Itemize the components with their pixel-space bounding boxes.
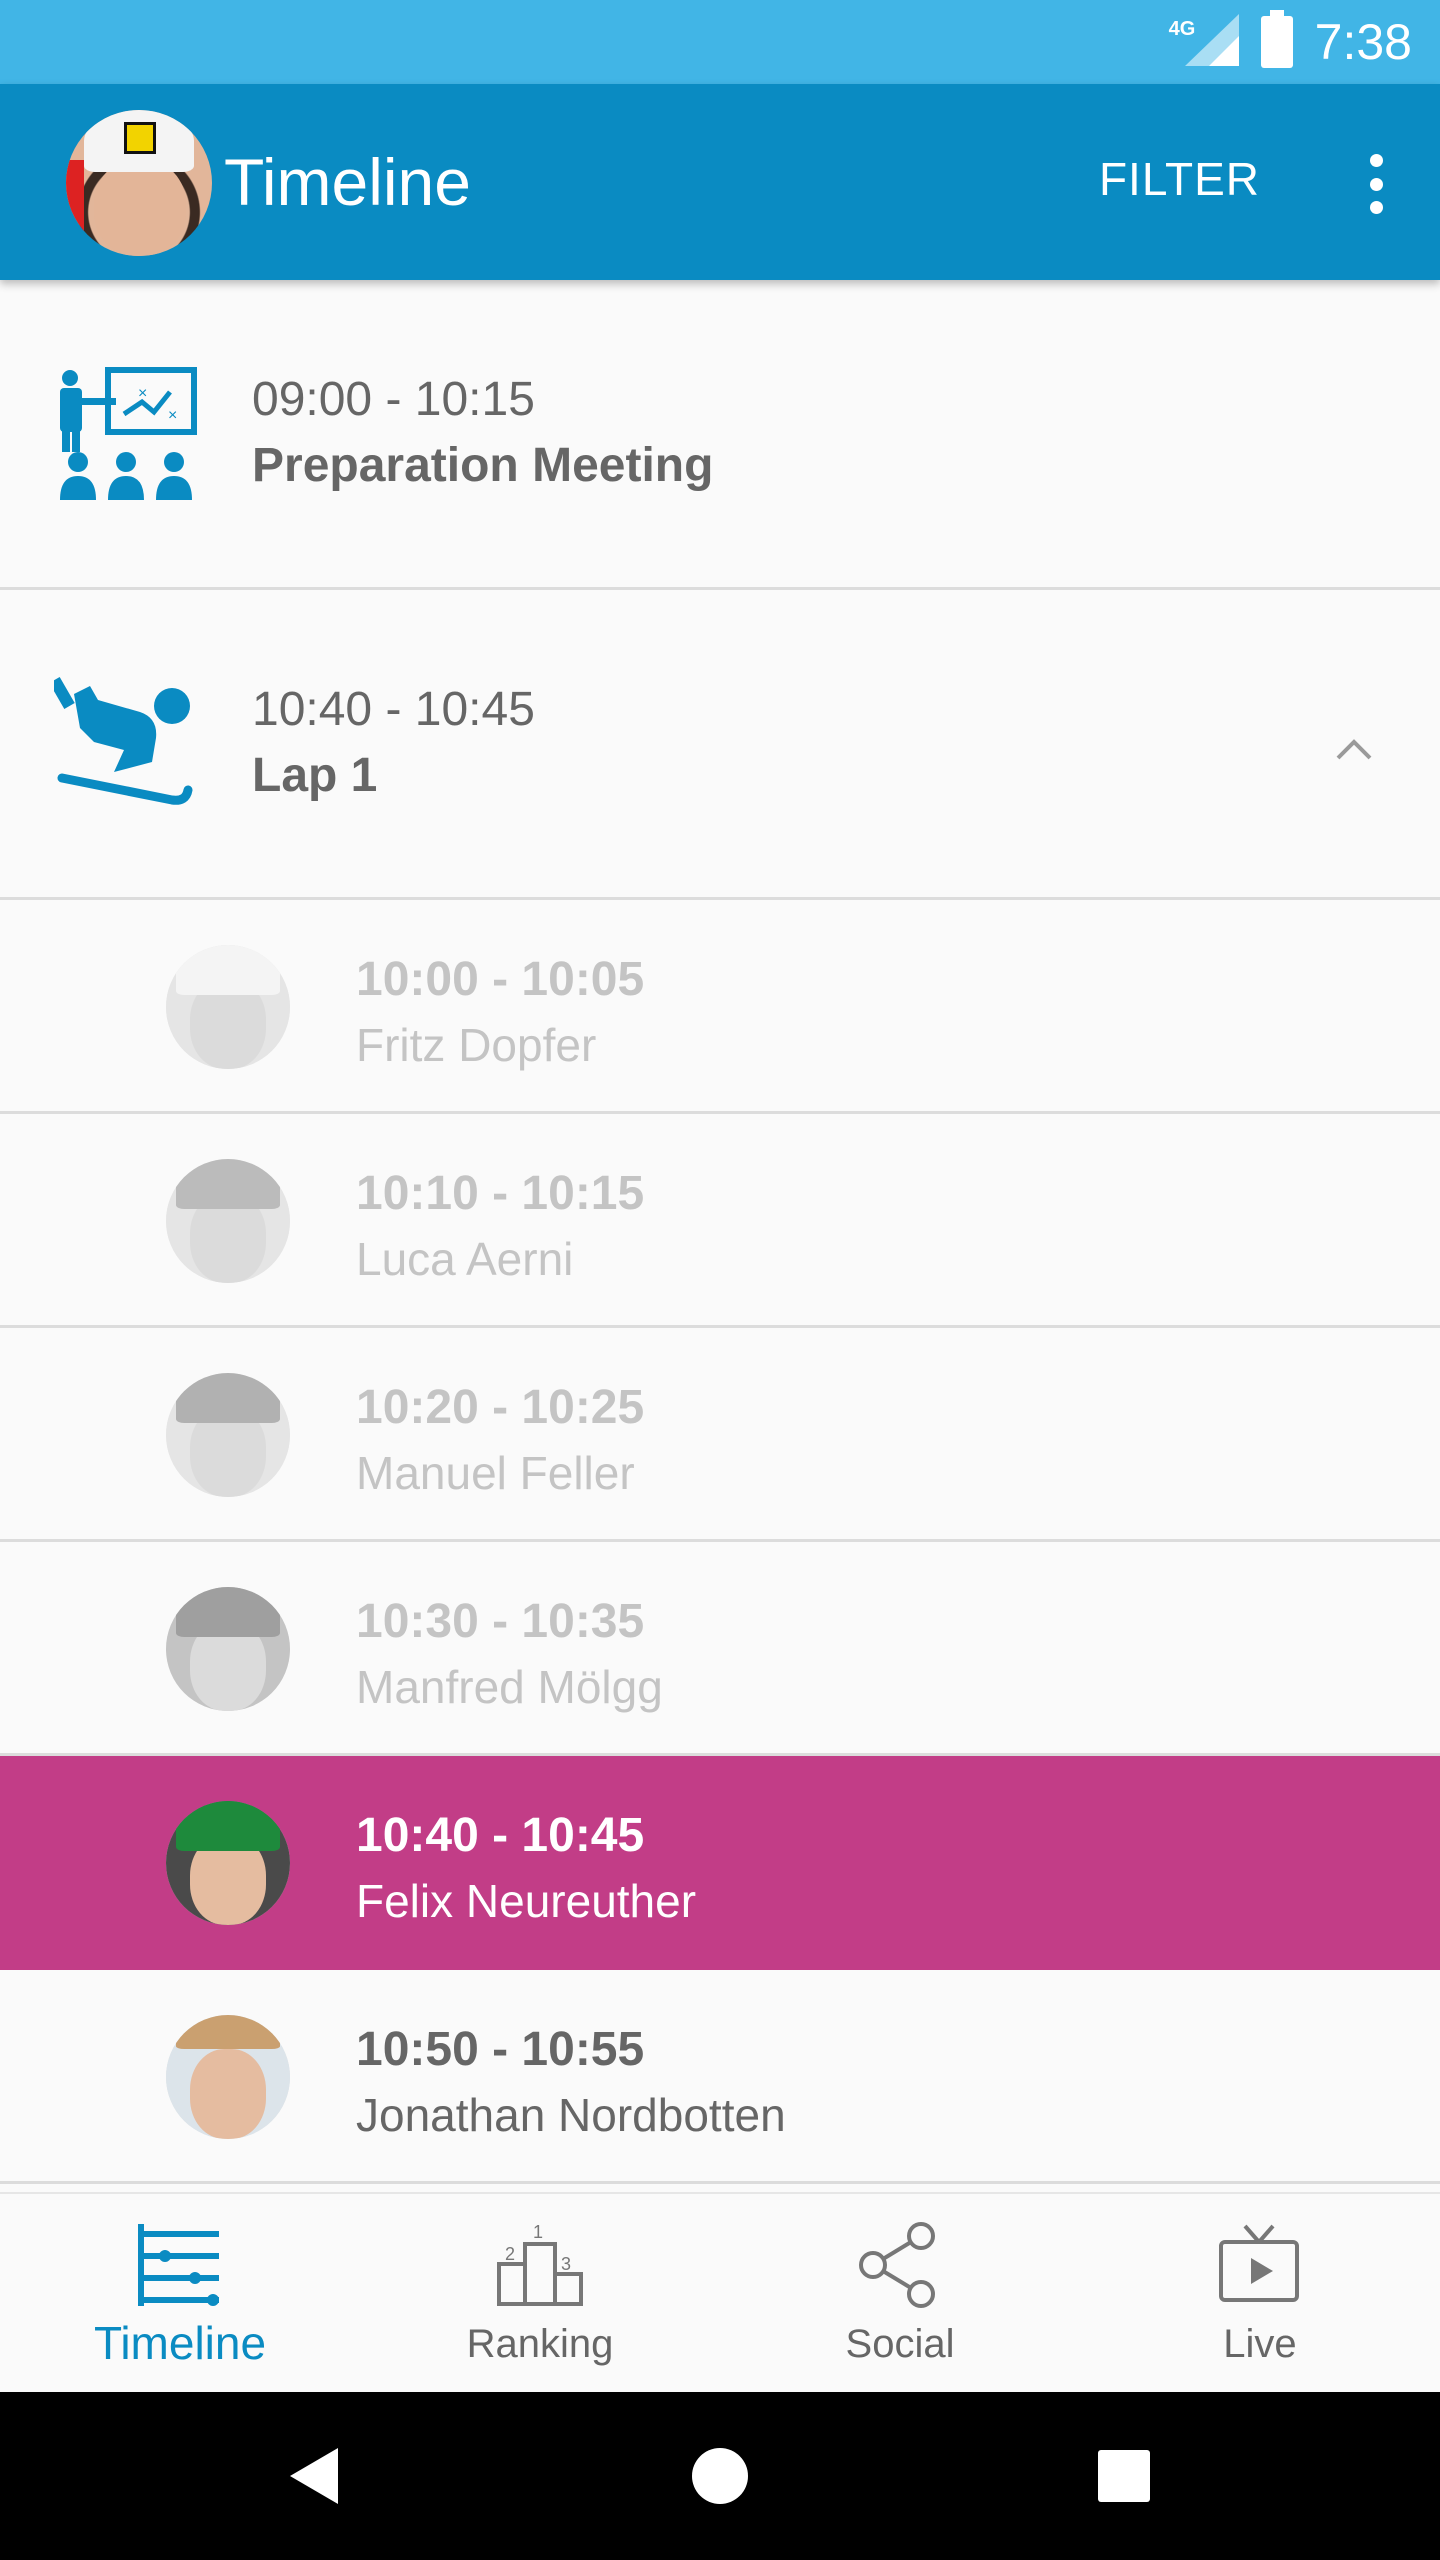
racer-time: 10:50 - 10:55 [356, 2023, 645, 2076]
svg-text:×: × [168, 407, 177, 424]
event-time: 09:00 - 10:15 [252, 373, 535, 426]
svg-text:×: × [138, 385, 147, 402]
page-title: Timeline [224, 145, 471, 219]
nav-live[interactable]: Live [1080, 2194, 1440, 2392]
racer-row-current[interactable]: 10:40 - 10:45 Felix Neureuther [0, 1756, 1440, 1970]
racer-row[interactable]: 10:10 - 10:15 Luca Aerni [0, 1114, 1440, 1328]
racer-name: Felix Neureuther [356, 1875, 697, 1927]
event-title: Preparation Meeting [252, 439, 714, 492]
racer-avatar [166, 1373, 290, 1497]
racer-row[interactable]: 10:00 - 10:05 Fritz Dopfer [0, 900, 1440, 1114]
clock: 7:38 [1314, 14, 1412, 70]
racer-avatar [166, 1159, 290, 1283]
nav-label: Ranking [466, 2322, 614, 2366]
racer-time: 10:10 - 10:15 [356, 1167, 645, 1220]
nav-ranking[interactable]: 12 3 Ranking [360, 2194, 720, 2392]
event-time: 10:40 - 10:45 [252, 683, 535, 736]
racer-time: 10:40 - 10:45 [356, 1809, 645, 1862]
nav-social[interactable]: Social [720, 2194, 1080, 2392]
event-title: Lap 1 [252, 749, 378, 802]
racer-avatar [166, 1587, 290, 1711]
racer-name: Fritz Dopfer [356, 1019, 597, 1071]
racer-time: 10:30 - 10:35 [356, 1595, 645, 1648]
svg-text:1: 1 [533, 2222, 543, 2242]
timeline-list: × × 09:00 - 10:15 Preparation Meeting 10… [0, 280, 1440, 2184]
racer-row[interactable]: 10:30 - 10:35 Manfred Mölgg [0, 1542, 1440, 1756]
racer-row[interactable]: 10:20 - 10:25 Manuel Feller [0, 1328, 1440, 1542]
racer-name: Luca Aerni [356, 1233, 574, 1285]
recent-apps-icon[interactable] [1098, 2450, 1150, 2502]
racer-row[interactable]: 10:50 - 10:55 Jonathan Nordbotten [0, 1970, 1440, 2184]
podium-icon: 12 3 [497, 2222, 583, 2306]
skier-icon [54, 677, 193, 805]
racer-name: Jonathan Nordbotten [356, 2089, 786, 2141]
tv-play-icon [1219, 2224, 1299, 2302]
timeline-icon [138, 2224, 219, 2306]
signal-icon: 4G [1169, 14, 1239, 70]
share-icon [859, 2222, 935, 2308]
more-options-icon[interactable] [1366, 154, 1386, 214]
bottom-navigation: Timeline 12 3 Ranking Social Live [0, 2192, 1440, 2392]
racer-name: Manuel Feller [356, 1447, 635, 1499]
filter-button[interactable]: FILTER [1099, 152, 1260, 206]
back-icon[interactable] [290, 2448, 338, 2504]
nav-label: Social [845, 2322, 955, 2366]
racer-avatar [166, 1801, 290, 1925]
event-lap-1[interactable]: 10:40 - 10:45 Lap 1 [0, 590, 1440, 900]
home-icon[interactable] [692, 2448, 748, 2504]
event-preparation-meeting[interactable]: × × 09:00 - 10:15 Preparation Meeting [0, 280, 1440, 590]
battery-charging-icon [1260, 10, 1293, 68]
status-bar: 4G 7:38 [0, 0, 1440, 84]
profile-avatar[interactable] [66, 110, 212, 256]
racer-name: Manfred Mölgg [356, 1661, 663, 1713]
racer-time: 10:00 - 10:05 [356, 953, 645, 1006]
system-navigation-bar [0, 2392, 1440, 2560]
nav-label: Timeline [93, 2317, 267, 2369]
nav-label: Live [1223, 2322, 1297, 2366]
presentation-meeting-icon: × × [60, 367, 197, 500]
svg-text:3: 3 [561, 2254, 571, 2274]
racer-avatar [166, 945, 290, 1069]
nav-timeline[interactable]: Timeline [0, 2194, 360, 2392]
chevron-up-icon[interactable] [1334, 730, 1374, 770]
racer-time: 10:20 - 10:25 [356, 1381, 645, 1434]
racer-avatar [166, 2015, 290, 2139]
svg-text:2: 2 [505, 2244, 515, 2264]
app-bar: Timeline FILTER [0, 84, 1440, 280]
